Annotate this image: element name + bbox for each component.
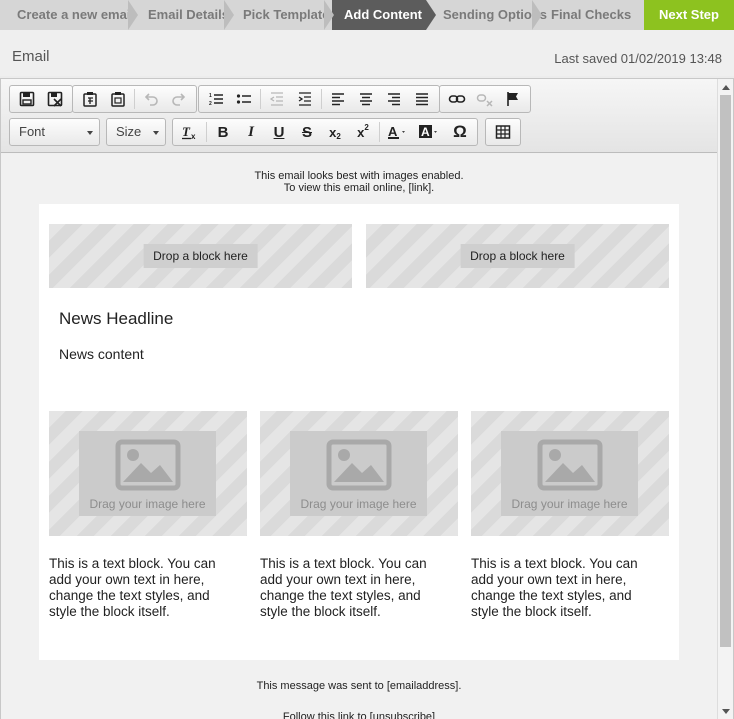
table-icon[interactable]: [489, 120, 517, 144]
strikethrough-icon[interactable]: S: [293, 120, 321, 144]
image-placeholder-caption: Drag your image here: [89, 497, 206, 511]
special-character-icon[interactable]: Ω: [446, 120, 474, 144]
superscript-icon[interactable]: x2: [349, 120, 377, 144]
undo-icon[interactable]: [137, 87, 165, 111]
preheader-line-1: This email looks best with images enable…: [254, 170, 464, 182]
align-left-icon[interactable]: [324, 87, 352, 111]
bold-icon[interactable]: B: [209, 120, 237, 144]
footer-unsubscribe[interactable]: Follow this link to [unsubscribe]: [1, 711, 717, 719]
text-block-1[interactable]: This is a text block. You can add your o…: [49, 556, 234, 620]
preheader-line-2[interactable]: To view this email online, [link].: [1, 182, 717, 194]
subscript-icon[interactable]: x2: [321, 120, 349, 144]
scroll-up-icon[interactable]: [722, 85, 730, 90]
paste-text-icon[interactable]: [104, 87, 132, 111]
page-title: Email: [12, 48, 50, 65]
table-group: [485, 118, 521, 146]
image-block-1[interactable]: Drag your image here: [49, 411, 247, 536]
underline-icon[interactable]: U: [265, 120, 293, 144]
chevron-down-icon: [87, 131, 93, 135]
svg-text:A: A: [421, 125, 430, 139]
size-dropdown[interactable]: Size: [106, 118, 166, 146]
svg-text:1: 1: [209, 93, 212, 99]
image-placeholder-caption: Drag your image here: [300, 497, 417, 511]
clear-format-icon[interactable]: Tx: [176, 120, 204, 144]
drop-zone-left[interactable]: Drop a block here: [49, 224, 352, 288]
image-placeholder-caption: Drag your image here: [511, 497, 628, 511]
font-dropdown[interactable]: Font: [9, 118, 100, 146]
step-create-new-email[interactable]: Create a new email: [0, 0, 138, 30]
link-group: [439, 85, 531, 113]
align-right-icon[interactable]: [380, 87, 408, 111]
image-placeholder[interactable]: Drag your image here: [290, 431, 427, 516]
drop-zone-right[interactable]: Drop a block here: [366, 224, 669, 288]
decrease-indent-icon[interactable]: [263, 87, 291, 111]
scrollbar-thumb[interactable]: [720, 95, 731, 647]
preheader: This email looks best with images enable…: [1, 170, 717, 194]
vertical-scrollbar[interactable]: [717, 79, 733, 719]
align-center-icon[interactable]: [352, 87, 380, 111]
svg-text:T: T: [182, 124, 191, 139]
email-body: Drop a block here Drop a block here News…: [39, 204, 679, 660]
svg-text:2: 2: [209, 101, 212, 107]
justify-icon[interactable]: [408, 87, 436, 111]
image-icon: [326, 439, 392, 491]
footer-sent-to: This message was sent to [emailaddress].: [256, 680, 462, 692]
email-editor: 12 Font Size T x B I U S x 2 x 2 A A Ω T…: [0, 78, 734, 719]
step-label: Pick Template: [243, 7, 330, 22]
svg-text:x: x: [191, 132, 196, 140]
paste-icon[interactable]: [76, 87, 104, 111]
step-label: Sending Options: [443, 7, 547, 22]
drop-block-label: Drop a block here: [460, 244, 575, 268]
image-placeholder[interactable]: Drag your image here: [501, 431, 638, 516]
news-headline[interactable]: News Headline: [59, 309, 173, 329]
text-block-2[interactable]: This is a text block. You can add your o…: [260, 556, 445, 620]
background-color-icon[interactable]: A: [414, 120, 446, 144]
image-block-3[interactable]: Drag your image here: [471, 411, 669, 536]
image-icon: [115, 439, 181, 491]
unlink-icon[interactable]: [471, 87, 499, 111]
email-canvas: This email looks best with images enable…: [1, 154, 717, 719]
wizard-steps: Create a new email Email Details Pick Te…: [0, 0, 734, 30]
save-as-template-icon[interactable]: [41, 87, 69, 111]
scroll-down-icon[interactable]: [722, 709, 730, 714]
image-placeholder[interactable]: Drag your image here: [79, 431, 216, 516]
format-group: Tx B I U S x2 x2 A A Ω: [172, 118, 478, 146]
anchor-flag-icon[interactable]: [499, 87, 527, 111]
redo-icon[interactable]: [165, 87, 193, 111]
step-pick-template[interactable]: Pick Template: [232, 0, 334, 30]
step-email-details[interactable]: Email Details: [136, 0, 234, 30]
text-block-3[interactable]: This is a text block. You can add your o…: [471, 556, 656, 620]
step-label: Add Content: [344, 7, 422, 22]
last-saved-text: Last saved 01/02/2019 13:48: [554, 51, 722, 66]
clipboard-history-group: [72, 85, 197, 113]
page-header: Email Last saved 01/02/2019 13:48: [0, 30, 734, 76]
italic-icon[interactable]: I: [237, 120, 265, 144]
text-color-icon[interactable]: A: [382, 120, 414, 144]
chevron-down-icon: [153, 131, 159, 135]
drop-block-label: Drop a block here: [143, 244, 258, 268]
news-content[interactable]: News content: [59, 346, 144, 362]
size-dropdown-label: Size: [116, 124, 142, 139]
step-sending-options[interactable]: Sending Options: [426, 0, 547, 30]
image-icon: [537, 439, 603, 491]
bulleted-list-icon[interactable]: [230, 87, 258, 111]
editor-toolbar: 12 Font Size T x B I U S x 2 x 2 A A Ω: [1, 79, 717, 153]
save-icon[interactable]: [13, 87, 41, 111]
step-label: Create a new email: [17, 7, 135, 22]
increase-indent-icon[interactable]: [291, 87, 319, 111]
next-step-button[interactable]: Next Step: [644, 0, 734, 30]
numbered-list-icon[interactable]: 12: [202, 87, 230, 111]
step-final-checks[interactable]: Final Checks: [540, 0, 644, 30]
image-block-2[interactable]: Drag your image here: [260, 411, 458, 536]
step-label: Email Details: [148, 7, 229, 22]
step-label: Final Checks: [551, 7, 632, 22]
document-group: [9, 85, 73, 113]
svg-text:A: A: [388, 124, 398, 139]
paragraph-group: 12: [198, 85, 440, 113]
step-add-content[interactable]: Add Content: [332, 0, 436, 30]
link-icon[interactable]: [443, 87, 471, 111]
font-dropdown-label: Font: [19, 124, 46, 139]
